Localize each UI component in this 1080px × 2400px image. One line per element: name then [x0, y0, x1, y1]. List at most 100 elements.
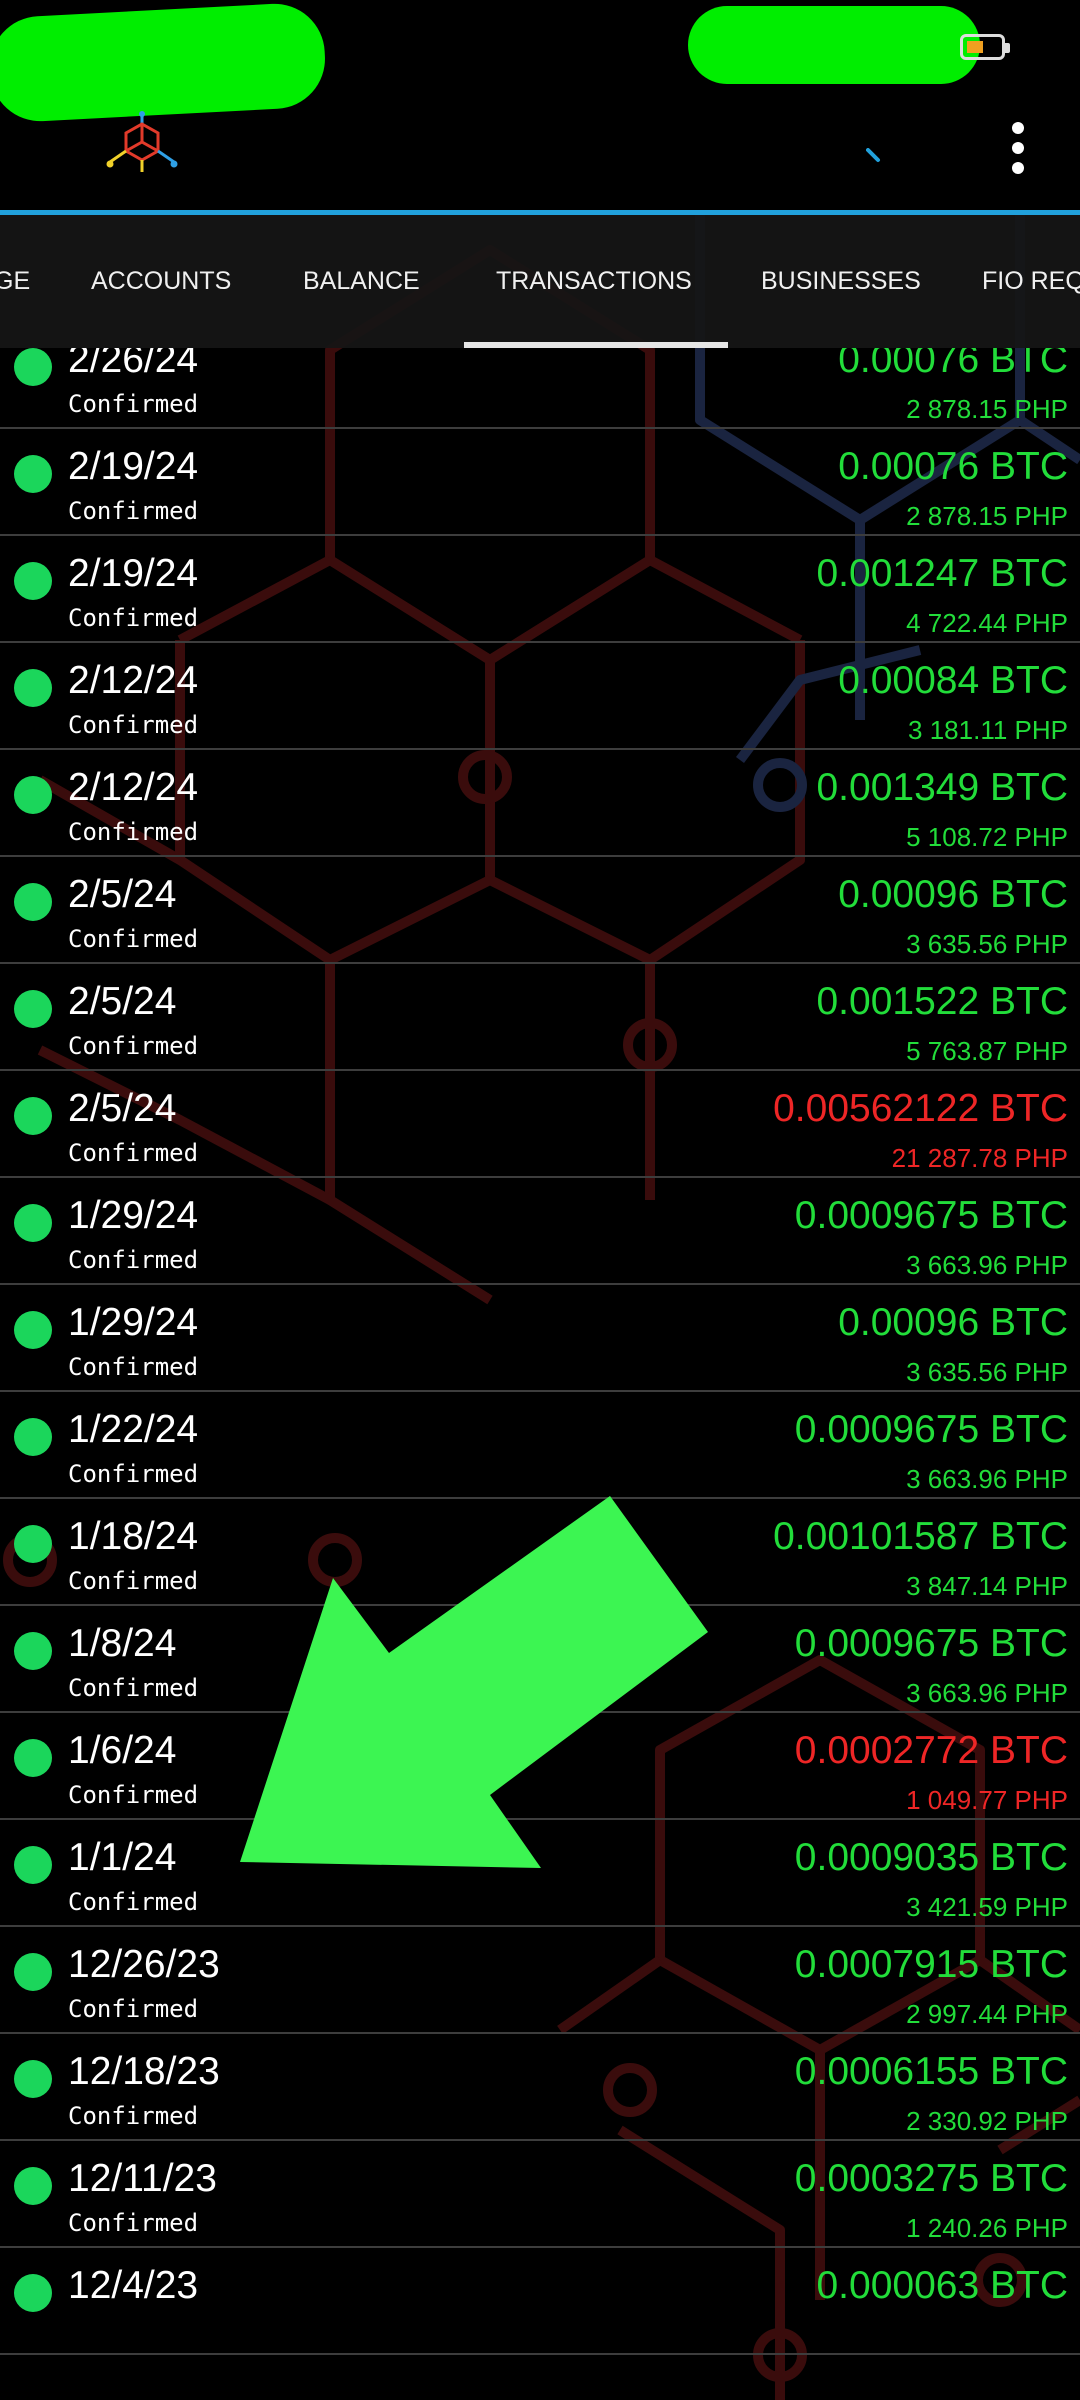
status-dot-icon — [14, 1632, 52, 1670]
transaction-status: Confirmed — [68, 1995, 199, 2023]
transaction-row[interactable]: 1/18/24 Confirmed 0.00101587 BTC 3 847.14 P… — [0, 1499, 1080, 1606]
transaction-date: 12/18/23 — [68, 2050, 220, 2093]
transaction-date: 12/26/23 — [68, 1943, 220, 1986]
transaction-status: Confirmed — [68, 1674, 199, 1702]
status-dot-icon — [14, 1739, 52, 1777]
transaction-row[interactable]: 1/1/24 Confirmed 0.0009035 BTC 3 421.59 PHP — [0, 1820, 1080, 1927]
app-header — [0, 0, 1080, 210]
transaction-row[interactable]: 2/19/24 Confirmed 0.001247 BTC 4 722.44 PHP — [0, 536, 1080, 643]
status-dot-icon — [14, 1204, 52, 1242]
status-dot-icon — [14, 883, 52, 921]
status-dot-icon — [14, 2167, 52, 2205]
transaction-fiat-value: 2 330.92 PHP — [906, 2106, 1068, 2136]
status-dot-icon — [14, 1846, 52, 1884]
transaction-date: 2/5/24 — [68, 873, 177, 916]
transaction-row[interactable]: 2/19/24 Confirmed 0.00076 BTC 2 878.15 PHP — [0, 429, 1080, 536]
transaction-status: Confirmed — [68, 1888, 199, 1916]
transaction-fiat-value: 3 635.56 PHP — [906, 929, 1068, 959]
transaction-list[interactable]: 3/4/24Confirmed0.00064 BTC2 423.71 PHP2/… — [0, 348, 1080, 2400]
transaction-row[interactable]: 12/26/23 Confirmed 0.0007915 BTC 2 997.44 P… — [0, 1927, 1080, 2034]
overflow-menu-icon[interactable] — [1006, 122, 1030, 174]
status-dot-icon — [14, 1418, 52, 1456]
transaction-row[interactable]: 1/22/24 Confirmed 0.0009675 BTC 3 663.96 PH… — [0, 1392, 1080, 1499]
redacted-status-left — [0, 1, 328, 124]
transaction-row[interactable]: 2/12/24 Confirmed 0.001349 BTC 5 108.72 PHP — [0, 750, 1080, 857]
tab-fio-requests[interactable]: FIO REQ — [982, 215, 1080, 348]
transaction-amount: 0.00101587 BTC — [773, 1515, 1068, 1558]
transaction-fiat-value: 4 722.44 PHP — [906, 608, 1068, 638]
transaction-status: Confirmed — [68, 711, 199, 739]
transaction-row[interactable]: 1/29/24 Confirmed 0.00096 BTC 3 635.56 PHP — [0, 1285, 1080, 1392]
transaction-row[interactable]: 12/4/23 0.000063 BTC — [0, 2248, 1080, 2355]
transaction-row[interactable]: 2/5/24 Confirmed 0.001522 BTC 5 763.87 PHP — [0, 964, 1080, 1071]
transaction-status: Confirmed — [68, 497, 199, 525]
transaction-amount: 0.0009675 BTC — [794, 1194, 1068, 1237]
status-dot-icon — [14, 1097, 52, 1135]
transaction-fiat-value: 21 287.78 PHP — [891, 1143, 1068, 1173]
transaction-date: 2/5/24 — [68, 980, 177, 1023]
tab-bar: GE ACCOUNTS BALANCE TRANSACTIONS BUSINES… — [0, 215, 1080, 348]
tab-exchange[interactable]: GE — [0, 215, 30, 348]
transaction-amount: 0.00076 BTC — [838, 445, 1068, 488]
transaction-amount: 0.0009675 BTC — [794, 1408, 1068, 1451]
transaction-row[interactable]: 2/26/24 Confirmed 0.00076 BTC 2 878.15 PHP — [0, 348, 1080, 429]
transaction-status: Confirmed — [68, 925, 199, 953]
transaction-status: Confirmed — [68, 818, 199, 846]
status-dot-icon — [14, 1525, 52, 1563]
transaction-status: Confirmed — [68, 1781, 199, 1809]
transaction-row[interactable]: 2/12/24 Confirmed 0.00084 BTC 3 181.11 PHP — [0, 643, 1080, 750]
transaction-status: Confirmed — [68, 604, 199, 632]
header-accent-line — [0, 210, 1080, 215]
transaction-fiat-value: 3 847.14 PHP — [906, 1571, 1068, 1601]
transaction-date: 12/11/23 — [68, 2157, 217, 2200]
transaction-fiat-value: 1 049.77 PHP — [906, 1785, 1068, 1815]
transaction-date: 1/22/24 — [68, 1408, 199, 1451]
transaction-date: 1/8/24 — [68, 1622, 177, 1665]
active-tab-indicator — [464, 342, 728, 348]
transaction-date: 2/19/24 — [68, 552, 199, 595]
transaction-amount: 0.001349 BTC — [816, 766, 1068, 809]
status-dot-icon — [14, 776, 52, 814]
status-dot-icon — [14, 455, 52, 493]
transaction-row[interactable]: 12/18/23 Confirmed 0.0006155 BTC 2 330.92 P… — [0, 2034, 1080, 2141]
transaction-amount: 0.0009675 BTC — [794, 1622, 1068, 1665]
transaction-amount: 0.00096 BTC — [838, 1301, 1068, 1344]
transaction-fiat-value: 2 997.44 PHP — [906, 1999, 1068, 2029]
status-dot-icon — [14, 2060, 52, 2098]
transaction-row[interactable]: 1/6/24 Confirmed 0.0002772 BTC 1 049.77 PHP — [0, 1713, 1080, 1820]
transaction-row[interactable]: 2/5/24 Confirmed 0.00562122 BTC 21 287.78 P… — [0, 1071, 1080, 1178]
transaction-status: Confirmed — [68, 1567, 199, 1595]
transaction-status: Confirmed — [68, 1353, 199, 1381]
transaction-status: Confirmed — [68, 1032, 199, 1060]
status-dot-icon — [14, 2274, 52, 2312]
transaction-row[interactable]: 1/8/24 Confirmed 0.0009675 BTC 3 663.96 PHP — [0, 1606, 1080, 1713]
tab-accounts[interactable]: ACCOUNTS — [91, 215, 231, 348]
transaction-amount: 0.00562122 BTC — [773, 1087, 1068, 1130]
status-dot-icon — [14, 990, 52, 1028]
transaction-fiat-value: 3 663.96 PHP — [906, 1250, 1068, 1280]
tab-balance[interactable]: BALANCE — [303, 215, 420, 348]
transaction-date: 1/6/24 — [68, 1729, 177, 1772]
transaction-date: 12/4/23 — [68, 2264, 199, 2307]
transaction-status: Confirmed — [68, 2209, 199, 2237]
transaction-amount: 0.00084 BTC — [838, 659, 1068, 702]
transaction-amount: 0.00076 BTC — [838, 348, 1068, 381]
status-dot-icon — [14, 562, 52, 600]
transaction-row[interactable]: 2/5/24 Confirmed 0.00096 BTC 3 635.56 PHP — [0, 857, 1080, 964]
transaction-fiat-value: 5 763.87 PHP — [906, 1036, 1068, 1066]
transaction-amount: 0.00096 BTC — [838, 873, 1068, 916]
transaction-row[interactable]: 12/11/23 Confirmed 0.0003275 BTC 1 240.26 P… — [0, 2141, 1080, 2248]
transaction-date: 2/26/24 — [68, 348, 199, 381]
transaction-amount: 0.0002772 BTC — [794, 1729, 1068, 1772]
transaction-row[interactable]: 1/29/24 Confirmed 0.0009675 BTC 3 663.96 PH… — [0, 1178, 1080, 1285]
tab-transactions[interactable]: TRANSACTIONS — [496, 215, 692, 348]
redacted-status-right — [688, 6, 980, 84]
transaction-date: 1/18/24 — [68, 1515, 199, 1558]
status-dot-icon — [14, 1953, 52, 1991]
transaction-amount: 0.000063 BTC — [816, 2264, 1068, 2307]
transaction-fiat-value: 3 421.59 PHP — [906, 1892, 1068, 1922]
transaction-status: Confirmed — [68, 1139, 199, 1167]
tab-businesses[interactable]: BUSINESSES — [761, 215, 921, 348]
row-divider — [0, 2353, 1080, 2355]
transaction-amount: 0.001247 BTC — [816, 552, 1068, 595]
